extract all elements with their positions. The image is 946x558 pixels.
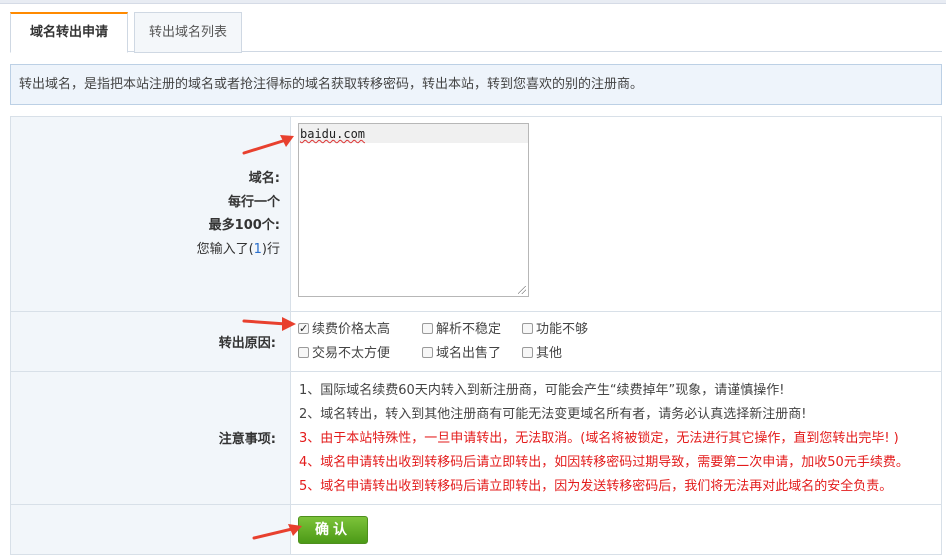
note-item-3: 3、由于本站特殊性，一旦申请转出，无法取消。(域名将被锁定，无法进行其它操作，直… [299,431,899,446]
tab-transfer-apply[interactable]: 域名转出申请 [10,12,128,53]
reason-option-trade[interactable]: 交易不太方便 [298,345,390,363]
top-strip [0,0,946,4]
notes-label-cell: 注意事项: [11,372,291,504]
reason-row: 转出原因: 续费价格太高 解析不稳定 功能不够 交易不太方便 域名出售了 其他 [11,312,941,372]
domains-count-line: 您输入了(1)行 [197,242,280,257]
reason-option-label: 解析不稳定 [436,322,502,337]
reason-option-label: 域名出售了 [436,346,502,361]
domains-count: 1 [253,241,262,257]
transfer-form: 域名: 每行一个 最多100个: 您输入了(1)行 baidu.com 转出原因… [10,116,942,555]
reason-option-dns[interactable]: 解析不稳定 [422,321,501,339]
count-suffix: )行 [261,241,280,257]
note-item-4: 4、域名申请转出收到转移码后请立即转出，如因转移密码过期导致，需要第二次申请，加… [299,455,909,470]
domains-value-cell: baidu.com [291,117,941,311]
checkbox-icon[interactable] [422,323,433,334]
reason-option-label: 交易不太方便 [312,346,391,361]
reason-option-sold[interactable]: 域名出售了 [422,345,501,363]
info-notice: 转出域名，是指把本站注册的域名或者抢注得标的域名获取转移密码，转出本站，转到您喜… [10,64,942,105]
note-item-2: 2、域名转出，转入到其他注册商有可能无法变更域名所有者，请务必认真选择新注册商! [299,407,807,422]
submit-value-cell: 确认 [291,505,941,554]
notes-label: 注意事项: [218,432,276,447]
note-item-1: 1、国际域名续费60天内转入到新注册商，可能会产生“续费掉年”现象，请谨慎操作! [299,383,785,398]
submit-row: 确认 [11,505,941,554]
count-prefix: 您输入了( [196,241,254,257]
reason-label: 转出原因: [218,336,276,351]
reason-option-label: 其他 [536,346,563,361]
annotation-arrow-icon [252,524,302,540]
submit-label-cell [11,505,291,554]
domains-title: 域名: [248,171,280,186]
checkbox-icon[interactable] [298,347,309,358]
domains-row: 域名: 每行一个 最多100个: 您输入了(1)行 baidu.com [11,117,941,312]
reason-option-price[interactable]: 续费价格太高 [298,320,391,339]
domains-hint-line1: 每行一个 [227,194,280,210]
reason-value-cell: 续费价格太高 解析不稳定 功能不够 交易不太方便 域名出售了 其他 [291,312,941,371]
domains-textarea-value: baidu.com [299,124,528,143]
note-item-5: 5、域名申请转出收到转移码后请立即转出，因为发送转移密码后，我们将无法再对此域名… [299,479,893,494]
checkbox-checked-icon[interactable] [298,320,309,338]
reason-option-other[interactable]: 其他 [522,345,562,363]
notes-list: 1、国际域名续费60天内转入到新注册商，可能会产生“续费掉年”现象，请谨慎操作!… [299,379,909,499]
domains-textarea[interactable]: baidu.com [298,123,529,297]
notes-value-cell: 1、国际域名续费60天内转入到新注册商，可能会产生“续费掉年”现象，请谨慎操作!… [291,372,941,504]
checkbox-icon[interactable] [522,347,533,358]
reason-option-label: 功能不够 [536,322,589,337]
reason-option-label: 续费价格太高 [312,322,391,337]
checkbox-icon[interactable] [422,347,433,358]
resize-grip-icon[interactable] [518,286,526,294]
tab-bar: 域名转出申请 转出域名列表 [10,12,942,53]
tab-transfer-list[interactable]: 转出域名列表 [134,12,242,53]
domains-label: 域名: 每行一个 最多100个: 您输入了(1)行 [197,167,280,261]
notes-row: 注意事项: 1、国际域名续费60天内转入到新注册商，可能会产生“续费掉年”现象，… [11,372,941,505]
annotation-arrow-icon [242,317,296,331]
reason-option-features[interactable]: 功能不够 [522,321,588,339]
annotation-arrow-icon [242,135,294,155]
confirm-button[interactable]: 确认 [298,516,368,544]
domains-hint-line2: 最多100个: [208,218,280,233]
checkbox-icon[interactable] [522,323,533,334]
